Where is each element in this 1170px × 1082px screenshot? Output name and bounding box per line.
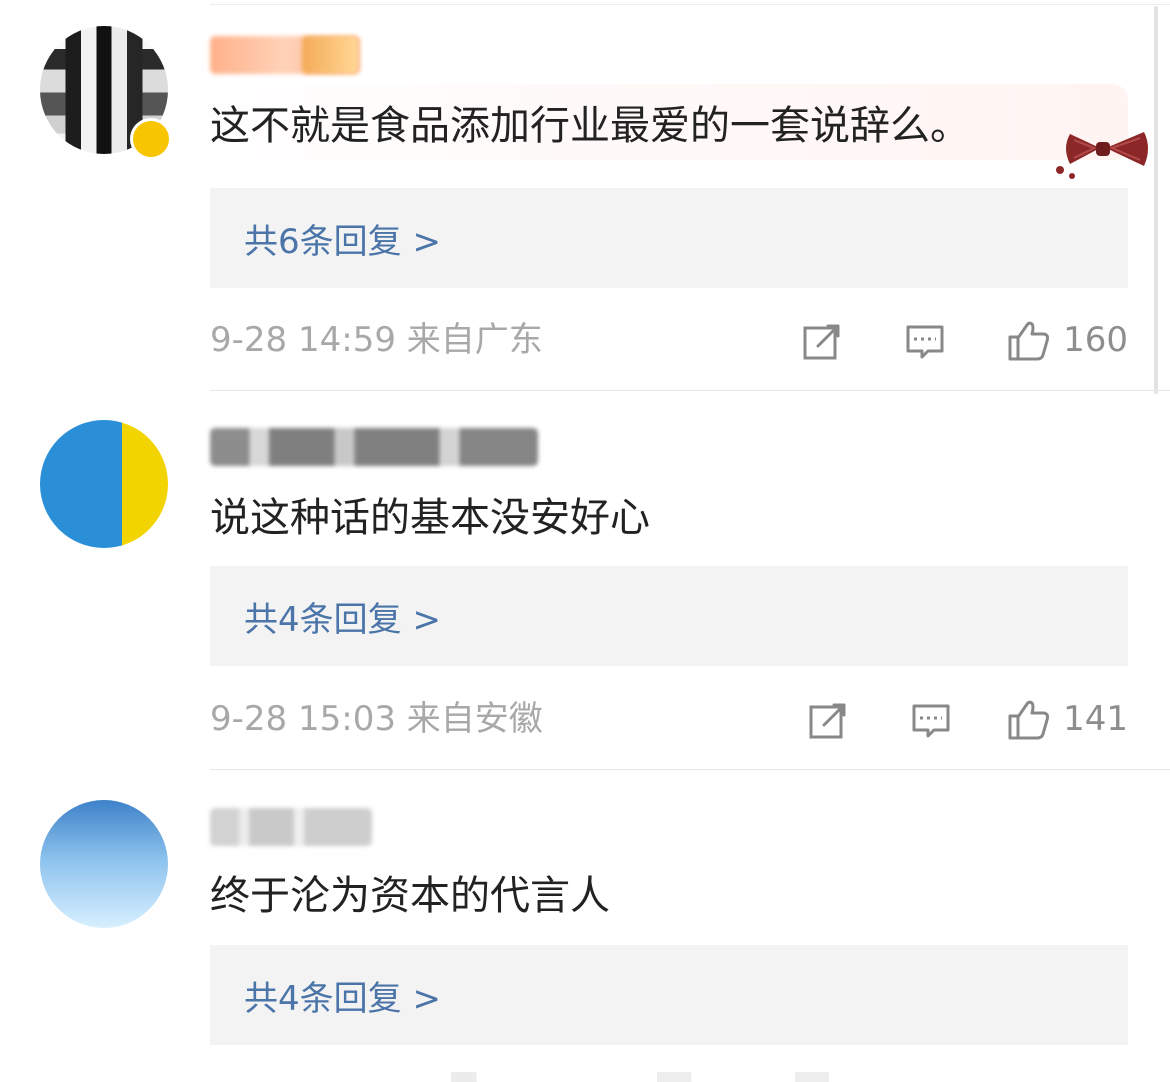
- like-count: 160: [1063, 320, 1128, 360]
- comment-text: 终于沦为资本的代言人: [210, 873, 610, 919]
- comment-meta: 9-28 15:03 来自安徽 141: [210, 694, 1128, 744]
- replies-link[interactable]: 共4条回复 >: [210, 566, 1128, 666]
- top-divider: [210, 4, 1170, 5]
- like-count: 141: [1063, 699, 1128, 739]
- thumbs-up-icon: [1008, 700, 1050, 740]
- verified-badge-icon: [130, 118, 172, 160]
- comment-text: 说这种话的基本没安好心: [210, 495, 650, 541]
- bow-decoration-icon: [1056, 132, 1148, 179]
- thumbs-up-icon: [1008, 321, 1050, 361]
- username[interactable]: [210, 808, 372, 846]
- user-badge-icon: [302, 36, 358, 74]
- replies-link[interactable]: 共4条回复 >: [210, 945, 1128, 1045]
- avatar[interactable]: [40, 420, 168, 548]
- comment-icon[interactable]: [908, 698, 954, 744]
- scrollbar[interactable]: [1154, 6, 1158, 394]
- username[interactable]: [210, 428, 538, 466]
- comment-icon[interactable]: [902, 319, 948, 365]
- divider: [210, 390, 1170, 391]
- comment-text: 这不就是食品添加行业最爱的一套说辞么。: [210, 103, 970, 149]
- timestamp-location: 9-28 15:03 来自安徽: [210, 699, 543, 739]
- share-icon[interactable]: [800, 319, 846, 365]
- share-icon[interactable]: [806, 698, 852, 744]
- avatar[interactable]: [40, 800, 168, 928]
- timestamp-location: 9-28 14:59 来自广东: [210, 320, 543, 360]
- replies-link[interactable]: 共6条回复 >: [210, 188, 1128, 288]
- like-button[interactable]: 141: [1005, 694, 1128, 744]
- partial-meta-row: [210, 1072, 1070, 1082]
- like-button[interactable]: 160: [1005, 315, 1128, 365]
- comment-meta: 9-28 14:59 来自广东 160: [210, 315, 1128, 365]
- divider: [210, 769, 1170, 770]
